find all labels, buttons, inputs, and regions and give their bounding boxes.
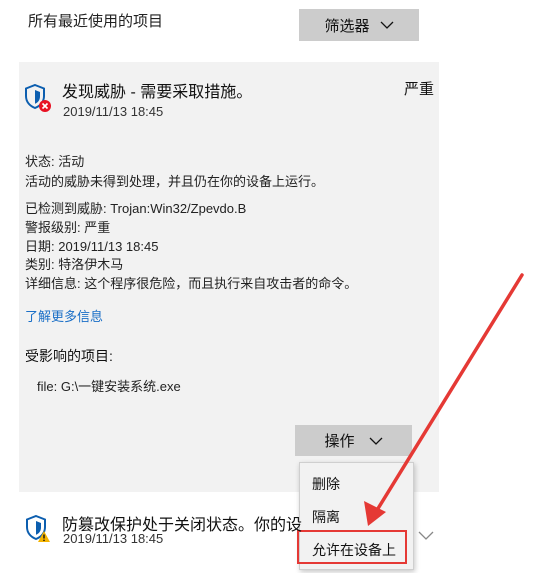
date-line: 日期: 2019/11/13 18:45 (25, 239, 159, 254)
actions-label: 操作 (324, 433, 355, 450)
second-threat-date: 2019/11/13 18:45 (63, 531, 164, 546)
status-description: 活动的威胁未得到处理，并且仍在你的设备上运行。 (25, 174, 325, 189)
threat-date: 2019/11/13 18:45 (63, 104, 164, 119)
detected-threat: 已检测到威胁: Trojan:Win32/Zpevdo.B (25, 201, 247, 216)
chevron-down-icon (380, 21, 393, 29)
affected-file-path: file: G:\一键安装系统.exe (37, 379, 181, 394)
threat-title: 发现威胁 - 需要采取措施。 (62, 84, 253, 101)
actions-button[interactable]: 操作 (295, 425, 412, 456)
menu-item-remove[interactable]: 删除 (312, 474, 340, 494)
chevron-down-icon (369, 437, 382, 445)
menu-item-quarantine[interactable]: 隔离 (312, 507, 340, 527)
filter-button[interactable]: 筛选器 (299, 9, 419, 41)
alert-level: 警报级别: 严重 (25, 220, 111, 235)
page-title: 所有最近使用的项目 (28, 13, 164, 30)
affected-items-title: 受影响的项目: (25, 348, 113, 364)
status-line: 状态: 活动 (25, 154, 85, 169)
menu-item-allow-on-device[interactable]: 允许在设备上 (312, 540, 396, 560)
chevron-down-icon[interactable] (418, 531, 434, 541)
shield-error-icon (25, 84, 51, 112)
category-line: 类别: 特洛伊木马 (25, 257, 124, 272)
severity-label: 严重 (404, 81, 435, 98)
filter-label: 筛选器 (324, 17, 370, 35)
details-line: 详细信息: 这个程序很危险，而且执行来自攻击者的命令。 (25, 276, 358, 291)
learn-more-link[interactable]: 了解更多信息 (25, 306, 103, 325)
actions-dropdown-menu: 删除 隔离 允许在设备上 (299, 462, 414, 570)
shield-warning-icon (26, 515, 50, 542)
